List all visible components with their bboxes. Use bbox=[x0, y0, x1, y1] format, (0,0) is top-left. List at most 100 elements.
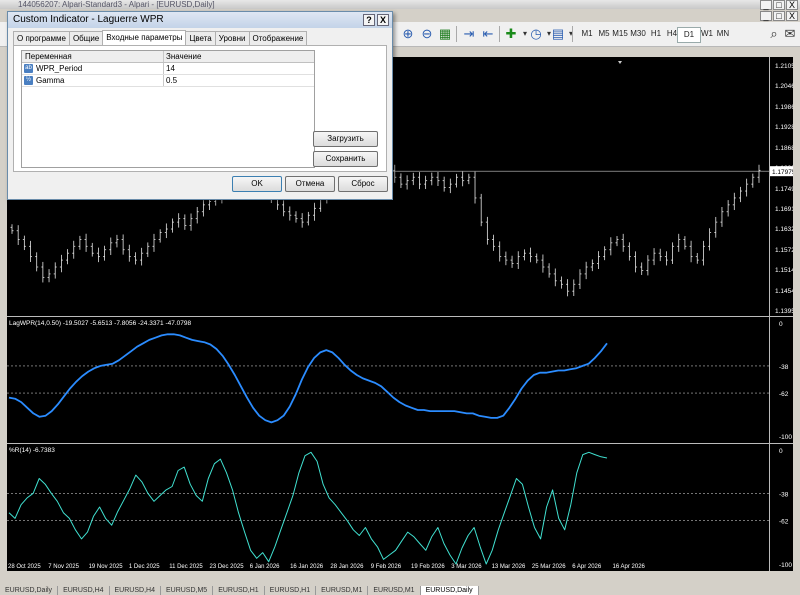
price-scale-label: 1.16910 bbox=[775, 206, 793, 213]
williams-r-line bbox=[8, 451, 608, 565]
price-bar bbox=[84, 233, 88, 252]
price-bar bbox=[522, 249, 526, 261]
price-bar bbox=[29, 240, 33, 263]
tab-common[interactable]: Общие bbox=[68, 31, 104, 45]
search-icon[interactable]: ⌕ bbox=[766, 26, 782, 42]
time-axis-label: 6 Apr 2026 bbox=[572, 564, 602, 570]
help-button[interactable]: ? bbox=[363, 14, 375, 26]
price-bar bbox=[701, 240, 705, 266]
zoom-in-icon[interactable]: ⊕ bbox=[400, 26, 416, 42]
chart-tab[interactable]: EURUSD,H1 bbox=[265, 586, 317, 595]
close-button[interactable]: X bbox=[786, 0, 798, 10]
parameter-value[interactable]: 0.5 bbox=[166, 75, 177, 86]
maximize-button[interactable]: □ bbox=[773, 0, 785, 10]
column-header-value[interactable]: Значение bbox=[166, 51, 201, 62]
chart-tab[interactable]: EURUSD,H4 bbox=[110, 586, 161, 595]
minimize-button[interactable]: _ bbox=[760, 0, 772, 10]
price-bar bbox=[504, 251, 508, 266]
price-bar bbox=[467, 173, 471, 185]
price-bar bbox=[658, 248, 662, 262]
price-bar bbox=[171, 218, 175, 233]
price-bar bbox=[195, 206, 199, 224]
save-button[interactable]: Сохранить bbox=[313, 151, 378, 167]
current-price-label: 1.17975 bbox=[772, 169, 793, 176]
price-bar bbox=[436, 171, 440, 186]
chart-tab[interactable]: EURUSD,H1 bbox=[213, 586, 265, 595]
chart-tab[interactable]: EURUSD,M1 bbox=[316, 586, 369, 595]
price-bar bbox=[424, 175, 428, 190]
price-bar bbox=[578, 269, 582, 289]
load-button[interactable]: Загрузить bbox=[313, 131, 378, 147]
mdi-restore-button[interactable]: □ bbox=[773, 11, 785, 21]
price-bar bbox=[738, 186, 742, 203]
price-bar bbox=[627, 242, 631, 261]
price-bar bbox=[158, 229, 162, 243]
indicator-scale-label: -62 bbox=[779, 391, 789, 398]
timeframe-mn[interactable]: MN bbox=[712, 27, 734, 41]
indicator-scale-label: -38 bbox=[779, 364, 789, 371]
price-bar bbox=[621, 233, 625, 252]
price-scale-label: 1.21050 bbox=[775, 63, 793, 70]
tile-windows-icon[interactable]: ▦ bbox=[437, 26, 453, 42]
price-bar bbox=[535, 253, 539, 264]
time-axis-label: 1 Dec 2025 bbox=[129, 564, 160, 570]
price-bar bbox=[652, 248, 656, 266]
price-bar bbox=[683, 236, 687, 250]
table-row[interactable]: ab WPR_Period 14 bbox=[22, 63, 314, 74]
tab-visualization[interactable]: Отображение bbox=[248, 31, 308, 45]
price-bar bbox=[146, 242, 150, 258]
ok-button[interactable]: OK bbox=[232, 176, 282, 192]
chart-tab[interactable]: EURUSD,Daily bbox=[0, 586, 59, 595]
parameter-value[interactable]: 14 bbox=[166, 63, 175, 74]
chat-icon[interactable]: ✉ bbox=[782, 26, 798, 42]
price-bar bbox=[615, 236, 619, 247]
dialog-close-button[interactable]: X bbox=[377, 14, 389, 26]
time-axis-label: 28 Jan 2026 bbox=[330, 564, 364, 570]
tab-levels[interactable]: Уровни bbox=[214, 31, 250, 45]
autoscroll-icon[interactable]: ⇤ bbox=[480, 26, 496, 42]
time-axis-label: 23 Dec 2025 bbox=[210, 564, 245, 570]
chart-shift-icon[interactable]: ⇥ bbox=[461, 26, 477, 42]
price-bar bbox=[498, 241, 502, 262]
price-scale-label: 1.19280 bbox=[775, 124, 793, 131]
price-bar bbox=[708, 228, 712, 251]
chart-tab[interactable]: EURUSD,M5 bbox=[161, 586, 214, 595]
price-bar bbox=[461, 171, 465, 187]
price-bar bbox=[417, 172, 421, 190]
indicator-scale-label: -62 bbox=[779, 519, 789, 526]
price-scale-label: 1.14540 bbox=[775, 288, 793, 295]
price-bar bbox=[78, 235, 82, 250]
cancel-button[interactable]: Отмена bbox=[285, 176, 335, 192]
time-axis-label: 9 Feb 2026 bbox=[371, 564, 402, 570]
chart-tab[interactable]: EURUSD,Daily bbox=[420, 586, 479, 595]
parameter-name: Gamma bbox=[36, 76, 65, 85]
mdi-close-button[interactable]: X bbox=[786, 11, 798, 21]
price-bar bbox=[584, 261, 588, 280]
price-bar bbox=[559, 276, 563, 289]
tab-colors[interactable]: Цвета bbox=[185, 31, 216, 45]
price-bar bbox=[714, 216, 718, 238]
price-bar bbox=[609, 237, 613, 256]
price-bar bbox=[473, 171, 477, 204]
price-bar bbox=[16, 225, 20, 245]
price-bar bbox=[399, 173, 403, 188]
price-bar bbox=[405, 175, 409, 190]
time-axis-label: 16 Jan 2026 bbox=[290, 564, 324, 570]
time-axis-label: 7 Nov 2025 bbox=[48, 564, 79, 570]
price-scale-label: 1.16325 bbox=[775, 226, 793, 233]
dialog-tabs: О программе Общие Входные параметры Цвет… bbox=[13, 30, 308, 46]
reset-button[interactable]: Сброс bbox=[338, 176, 388, 192]
price-bar bbox=[41, 261, 45, 283]
price-bar bbox=[677, 233, 681, 252]
price-bar bbox=[152, 233, 156, 252]
zoom-out-icon[interactable]: ⊖ bbox=[419, 26, 435, 42]
tab-about[interactable]: О программе bbox=[13, 31, 70, 45]
price-scale-label: 1.13955 bbox=[775, 308, 793, 315]
column-header-variable[interactable]: Переменная bbox=[25, 51, 72, 62]
tab-inputs[interactable]: Входные параметры bbox=[102, 30, 187, 46]
price-bar bbox=[189, 213, 193, 231]
chart-tab[interactable]: EURUSD,H4 bbox=[58, 586, 110, 595]
mdi-minimize-button[interactable]: _ bbox=[760, 11, 772, 21]
chart-tab[interactable]: EURUSD,M1 bbox=[368, 586, 421, 595]
table-row[interactable]: ½ Gamma 0.5 bbox=[22, 75, 314, 86]
